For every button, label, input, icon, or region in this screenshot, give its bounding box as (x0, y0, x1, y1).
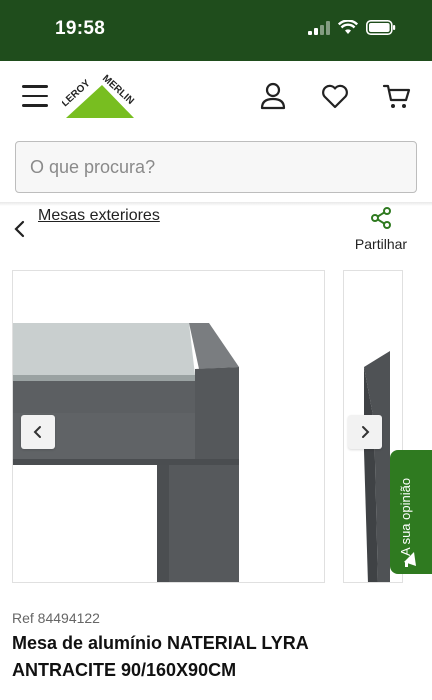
megaphone-icon (404, 552, 416, 567)
prev-image-button[interactable] (21, 415, 55, 449)
signal-icon (308, 20, 330, 35)
feedback-label: A sua opinião (398, 477, 413, 556)
wifi-icon (338, 20, 358, 34)
breadcrumb-link[interactable]: Mesas exteriores (38, 207, 160, 225)
product-title: Mesa de alumínio NATERIAL LYRA ANTRACITE… (12, 633, 309, 680)
account-icon[interactable] (258, 81, 288, 111)
search-box[interactable] (15, 141, 417, 193)
site-header: LEROY MERLIN (0, 61, 432, 133)
share-label: Partilhar (354, 236, 408, 252)
status-time: 19:58 (55, 18, 106, 39)
feedback-tab[interactable]: A sua opinião (390, 450, 432, 574)
cart-icon[interactable] (382, 81, 412, 111)
battery-icon (366, 20, 396, 35)
chevron-left-icon (33, 426, 41, 438)
status-icons (308, 20, 396, 35)
chevron-left-icon[interactable] (12, 219, 28, 239)
heart-icon[interactable] (320, 81, 350, 111)
next-image-button[interactable] (348, 415, 382, 449)
product-image-card[interactable] (12, 270, 325, 583)
status-bar: 19:58 (0, 0, 432, 61)
share-icon (371, 207, 391, 229)
chevron-right-icon (362, 426, 370, 438)
product-ref: Ref 84494122 (12, 610, 100, 626)
share-button[interactable]: Partilhar (352, 207, 410, 252)
product-image (13, 271, 324, 582)
menu-icon[interactable] (22, 85, 48, 107)
search-input[interactable] (16, 142, 416, 192)
header-divider (0, 202, 432, 206)
brand-logo[interactable]: LEROY MERLIN (62, 73, 136, 119)
